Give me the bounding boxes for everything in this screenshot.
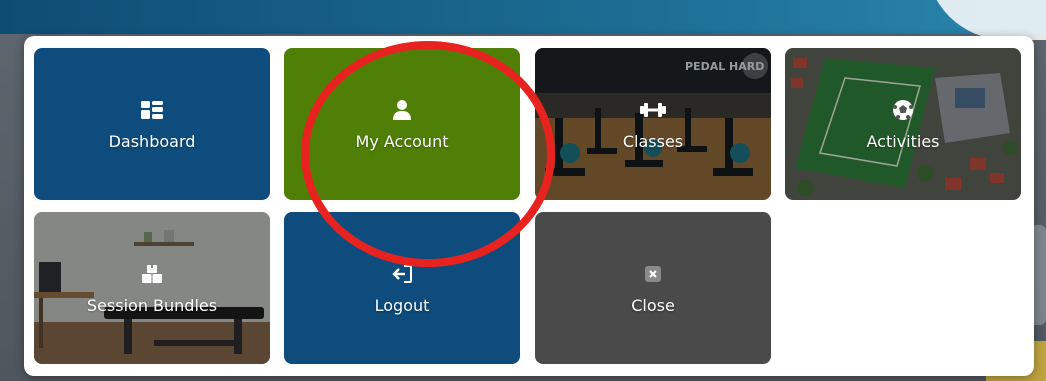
- my-account-tile[interactable]: My Account: [284, 48, 520, 200]
- close-tile[interactable]: Close: [535, 212, 771, 364]
- dumbbell-icon: [640, 98, 666, 122]
- boxes-icon: [142, 262, 162, 286]
- dashboard-tile[interactable]: Dashboard: [34, 48, 270, 200]
- session-bundles-label: Session Bundles: [86, 295, 218, 315]
- dashboard-icon: [141, 98, 163, 122]
- close-icon: [645, 262, 661, 286]
- close-label: Close: [631, 295, 675, 315]
- logout-icon: [392, 262, 412, 286]
- photo-overlay: [535, 48, 771, 200]
- dashboard-label: Dashboard: [108, 131, 196, 151]
- classes-tile[interactable]: PEDAL HARD Classes: [535, 48, 771, 200]
- background-header: [0, 0, 1046, 34]
- logout-label: Logout: [374, 295, 430, 315]
- my-account-label: My Account: [355, 131, 449, 151]
- session-bundles-tile[interactable]: Session Bundles: [34, 212, 270, 364]
- activities-tile[interactable]: Activities: [785, 48, 1021, 200]
- photo-overlay: [785, 48, 1021, 200]
- classes-label: Classes: [622, 131, 684, 151]
- photo-overlay: [34, 212, 270, 364]
- navigation-menu-modal: Dashboard My Account PEDAL HARD Classes …: [24, 36, 1034, 376]
- football-icon: [892, 98, 914, 122]
- user-icon: [393, 98, 411, 122]
- activities-label: Activities: [866, 131, 940, 151]
- logout-tile[interactable]: Logout: [284, 212, 520, 364]
